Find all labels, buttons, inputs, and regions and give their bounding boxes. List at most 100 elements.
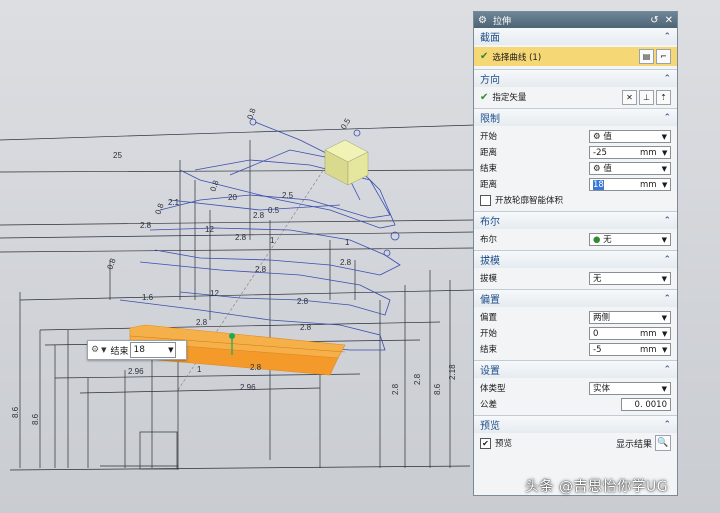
boolean-label: 布尔 [480,235,498,245]
chevron-up-icon[interactable]: ⌃ [663,365,671,375]
gear-icon[interactable]: ⚙ [91,345,99,355]
preview-checkbox[interactable]: ✔ [480,437,491,449]
chevron-down-icon[interactable]: ▼ [662,344,670,355]
end-distance-input[interactable]: 18 mm ▼ [589,177,671,191]
close-icon[interactable]: ✕ [665,15,673,26]
draft-label: 拔模 [480,274,498,284]
end-limit-select[interactable]: ⚙ 值 ▼ [589,161,671,176]
check-icon: ✔ [480,91,489,103]
chevron-up-icon[interactable]: ⌃ [663,113,671,123]
dim-label: 25 [113,151,122,160]
chevron-up-icon[interactable]: ⌃ [663,216,671,226]
offset-select[interactable]: 两侧 ▼ [589,310,671,325]
section-builder-icon[interactable]: ▤ [639,49,654,64]
select-curve-row[interactable]: ✔ 选择曲线 (1) ▤ ⌐ [474,47,677,66]
dim-label: 2.8 [253,211,265,220]
offset-end-input[interactable]: -5 mm ▼ [589,342,671,356]
body-type-select[interactable]: 实体 ▼ [589,381,671,396]
dim-label: 1 [197,365,202,374]
chevron-down-icon[interactable]: ▼ [662,163,667,176]
chevron-down-icon[interactable]: ▼ [101,346,106,354]
dim-label: 2.8 [391,383,400,395]
dim-label: 2.1 [168,198,180,207]
chevron-up-icon[interactable]: ⌃ [663,294,671,304]
dim-label: 2.8 [250,363,262,372]
float-input-field[interactable]: 18 ▼ [130,342,177,358]
dim-label: 0.8 [245,107,257,121]
section-settings: 设置 ⌃ 体类型 实体 ▼ 公差 0. 0010 [474,361,677,416]
end-label: 结束 [480,164,498,174]
dim-label: 8.6 [11,406,20,418]
body-type-label: 体类型 [480,384,506,394]
chevron-up-icon[interactable]: ⌃ [663,74,671,84]
chevron-down-icon[interactable]: ▼ [662,234,667,247]
chevron-down-icon[interactable]: ▼ [168,343,173,357]
start-distance-input[interactable]: -25 mm ▼ [589,145,671,159]
section-boolean: 布尔 ⌃ 布尔 ● 无 ▼ [474,212,677,251]
section-header-boolean[interactable]: 布尔 ⌃ [474,212,677,229]
dim-label: 8.6 [433,383,442,395]
offset-end-label: 结束 [480,345,498,355]
sketch-section-icon[interactable]: ⌐ [656,49,671,64]
chevron-down-icon[interactable]: ▼ [662,312,667,325]
reverse-direction-icon[interactable]: ✕ [622,89,637,105]
section-header-offset[interactable]: 偏置 ⌃ [474,290,677,307]
section-direction: 方向 ⌃ ✔ 指定矢量 ✕ ⊥ ⇡ [474,70,677,109]
chevron-down-icon[interactable]: ▼ [662,179,670,190]
dim-label: 2.8 [196,318,208,327]
gear-icon[interactable]: ⚙ [478,15,487,26]
check-icon: ✔ [480,51,489,62]
boolean-none-icon: ● [593,234,601,245]
section-header-direction[interactable]: 方向 ⌃ [474,70,677,87]
dim-label: 1.6 [142,293,154,302]
dim-label: 2.96 [240,383,256,392]
chevron-down-icon[interactable]: ▼ [662,131,667,144]
dim-label: 0.8 [208,179,220,193]
chevron-down-icon[interactable]: ▼ [662,383,667,396]
show-result-label: 显示结果 [615,439,652,450]
dim-label: 2.8 [297,297,309,306]
chevron-up-icon[interactable]: ⌃ [663,420,671,430]
open-profile-checkbox-row[interactable]: 开放轮廓智能体积 [480,192,671,208]
section-profile: 截面 ⌃ ✔ 选择曲线 (1) ▤ ⌐ [474,28,677,70]
section-limits: 限制 ⌃ 开始 ⚙ 值 ▼ 距离 -25 mm ▼ 结束 ⚙ 值 ▼ 距离 18… [474,109,677,212]
vector-type-icon[interactable]: ⇡ [656,89,671,105]
start-distance-label: 距离 [480,148,498,158]
dialog-titlebar[interactable]: ⚙ 拉伸 ↺ ✕ [474,12,677,28]
chevron-down-icon[interactable]: ▼ [662,328,670,339]
dim-label: 2.8 [140,221,152,230]
dim-label: 2.5 [282,191,294,200]
specify-vector-row[interactable]: ✔ 指定矢量 ✕ ⊥ ⇡ [480,89,671,105]
section-header-profile[interactable]: 截面 ⌃ [474,28,677,45]
chevron-up-icon[interactable]: ⌃ [663,255,671,265]
draft-select[interactable]: 无 ▼ [589,271,671,286]
start-label: 开始 [480,132,498,142]
offset-start-label: 开始 [480,329,498,339]
offset-label: 偏置 [480,313,498,323]
vector-dialog-icon[interactable]: ⊥ [639,89,654,105]
open-profile-checkbox[interactable] [480,194,491,206]
section-header-limits[interactable]: 限制 ⌃ [474,109,677,126]
section-header-draft[interactable]: 拔模 ⌃ [474,251,677,268]
end-distance-label: 距离 [480,180,498,190]
dim-label: 1 [270,236,275,245]
dim-label: 0.5 [268,206,280,215]
show-result-button[interactable]: 🔍 [655,435,671,451]
reset-icon[interactable]: ↺ [650,15,658,26]
dim-label: 2.8 [235,233,247,242]
tolerance-input[interactable]: 0. 0010 [621,397,671,411]
start-limit-select[interactable]: ⚙ 值 ▼ [589,129,671,144]
chevron-down-icon[interactable]: ▼ [662,147,670,158]
section-header-preview[interactable]: 预览 ⌃ [474,416,677,433]
section-offset: 偏置 ⌃ 偏置 两侧 ▼ 开始 0 mm ▼ 结束 -5 mm ▼ [474,290,677,361]
chevron-down-icon[interactable]: ▼ [662,273,667,286]
boolean-select[interactable]: ● 无 ▼ [589,232,671,247]
dim-label: 2.8 [340,258,352,267]
dim-label: 2.96 [128,367,144,376]
end-distance-float-input[interactable]: ⚙ ▼ 结束 18 ▼ [87,340,187,360]
dim-label: 2.8 [300,323,312,332]
section-header-settings[interactable]: 设置 ⌃ [474,361,677,378]
chevron-up-icon[interactable]: ⌃ [663,32,671,42]
offset-start-input[interactable]: 0 mm ▼ [589,326,671,340]
magnifier-icon: 🔍 [657,438,669,448]
